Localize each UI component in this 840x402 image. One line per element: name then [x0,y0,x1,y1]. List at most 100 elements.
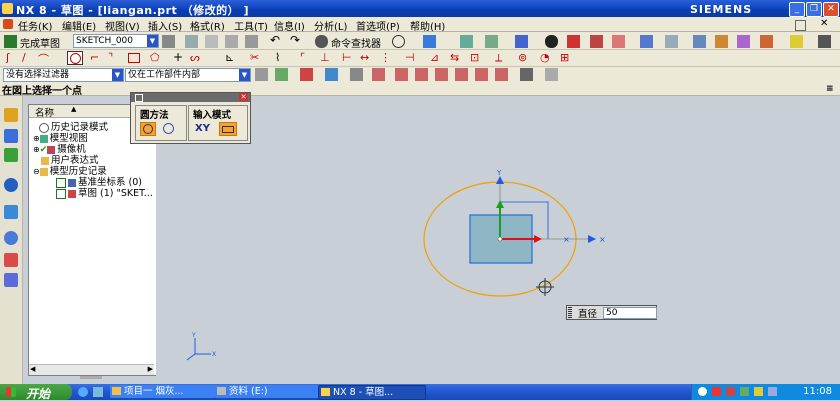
intersection-icon[interactable] [415,68,428,81]
sort-up-icon[interactable]: ▲ [71,105,76,113]
selection-scope-select[interactable]: 仅在工作部件内部 ▼ [125,68,251,82]
rectangle-icon[interactable] [128,53,140,63]
show-hide-icon[interactable] [693,35,706,48]
app-menu-icon[interactable] [3,19,13,29]
point-on-face-icon[interactable] [495,68,508,81]
xy-mode-button[interactable]: XY [195,123,210,134]
tray-network-icon[interactable] [740,387,749,396]
quick-launch-desktop-icon[interactable] [93,387,103,397]
menu-tools[interactable]: 工具(T) [234,18,268,33]
fit-view-icon[interactable] [460,35,473,48]
coincident-icon[interactable]: ⊚ [518,51,527,64]
menu-edit[interactable]: 编辑(E) [62,18,96,33]
wcs-icon[interactable] [640,35,653,48]
finish-sketch-icon[interactable] [4,35,17,48]
chevron-down-icon[interactable]: ▼ [239,69,250,81]
general-select-icon[interactable] [255,68,268,81]
view-orient-icon[interactable] [590,35,603,48]
command-finder-button[interactable]: 命令查找器 [331,35,381,50]
start-button[interactable]: 开始 [0,384,72,401]
menu-help[interactable]: 帮助(H) [410,18,445,33]
history-icon[interactable] [4,231,18,245]
polygon-icon[interactable]: ⬠ [150,51,160,64]
sketch-canvas[interactable]: Y × × Y X [156,96,840,384]
tray-security-icon[interactable] [754,387,763,396]
constraint-navigator-icon[interactable] [4,129,18,143]
measure-icon[interactable] [715,35,728,48]
existing-point-icon[interactable] [475,68,488,81]
render-style-icon[interactable] [567,35,580,48]
scroll-left-icon[interactable]: ◀ [30,365,35,373]
horizontal-scrollbar[interactable]: ◀ ▶ [29,364,154,375]
dimension-icon[interactable]: ↔ [360,51,369,64]
sketch-name-select[interactable]: SKETCH_000 ▼ [73,34,159,48]
checkbox-icon[interactable] [56,188,66,199]
tray-expand-icon[interactable] [698,387,707,396]
menu-info[interactable]: 信息(I) [274,18,305,33]
command-finder-icon[interactable] [315,35,328,48]
paste-icon[interactable] [245,35,258,48]
collapse-icon[interactable]: ⊖ [33,167,40,176]
menu-task[interactable]: 任务(K) [18,18,52,33]
select-all-icon[interactable] [275,68,288,81]
ruler-icon[interactable] [790,35,803,48]
cue-line-resize-icon[interactable]: ≡ [826,84,834,94]
quadrant-icon[interactable] [455,68,468,81]
toolbar-more-icon[interactable] [818,35,831,48]
toolbar-arrow-icon[interactable] [545,68,558,81]
chevron-down-icon[interactable]: ▼ [112,69,123,81]
task-item-drive[interactable]: 资料 (E:) [215,385,321,398]
extend-icon[interactable]: ⌇ [275,51,280,64]
rotate-icon[interactable] [515,35,528,48]
fillet-icon[interactable]: ⌐ [90,51,99,64]
endpoint-icon[interactable] [350,68,363,81]
constraint-icon[interactable]: ⊢ [342,51,352,64]
graphics-window[interactable]: Y × × Y X 直径 50 [156,96,840,384]
undo-icon[interactable]: ↶ [270,33,280,47]
pattern-icon[interactable]: ⋮ [380,51,391,64]
navigator-resize-handle[interactable] [80,376,102,379]
layer-icon[interactable] [665,35,678,48]
cut-icon[interactable] [205,35,218,48]
part-navigator-icon[interactable] [4,148,18,162]
spline-icon[interactable]: ᔕ [190,51,200,64]
dialog-close-icon[interactable]: ✕ [239,93,248,101]
tray-app-icon[interactable] [712,387,721,396]
select-mode-icon[interactable] [423,35,436,48]
point-icon[interactable]: + [173,50,183,64]
expand-icon[interactable]: ⊕ [33,145,40,154]
menu-close-icon[interactable]: ✕ [820,18,828,29]
snap-point-icon[interactable] [325,68,338,81]
diameter-grip[interactable] [568,307,572,318]
finish-sketch-button[interactable]: 完成草图 [20,35,60,50]
menu-restore-icon[interactable] [795,20,806,31]
dialog-title-bar[interactable]: ✕ [131,93,250,102]
shaded-icon[interactable] [545,35,558,48]
center-diameter-button[interactable] [140,122,156,136]
midpoint-icon[interactable] [372,68,385,81]
arc-icon[interactable]: ⌒ [38,51,49,67]
line-icon[interactable]: / [22,51,26,64]
reuse-library-icon[interactable] [4,178,18,192]
chevron-down-icon[interactable]: ▼ [147,35,158,47]
center-point-icon[interactable] [435,68,448,81]
task-item-project[interactable]: 项目一 烟灰... [110,385,216,398]
parameter-mode-button[interactable] [219,122,237,136]
menu-view[interactable]: 视图(V) [105,18,140,33]
menu-format[interactable]: 格式(R) [190,18,225,33]
derived-icon[interactable]: ⊣ [405,51,415,64]
intent-icon[interactable] [300,68,313,81]
system-materials-icon[interactable] [4,253,18,267]
show-snap-icon[interactable] [520,68,533,81]
menu-preferences[interactable]: 首选项(P) [356,18,400,33]
copy-icon[interactable] [225,35,238,48]
corner-icon[interactable]: ⌜ [300,51,305,64]
circle-select-icon[interactable] [392,35,405,48]
tray-volume-icon[interactable] [768,387,777,396]
name-column-header[interactable]: 名称 [35,105,54,119]
sketch-orient-icon[interactable] [162,35,175,48]
scroll-right-icon[interactable]: ▶ [148,365,153,373]
restore-button[interactable]: ❐ [806,2,822,17]
reattach-icon[interactable] [185,35,198,48]
assembly-navigator-icon[interactable] [4,108,18,122]
